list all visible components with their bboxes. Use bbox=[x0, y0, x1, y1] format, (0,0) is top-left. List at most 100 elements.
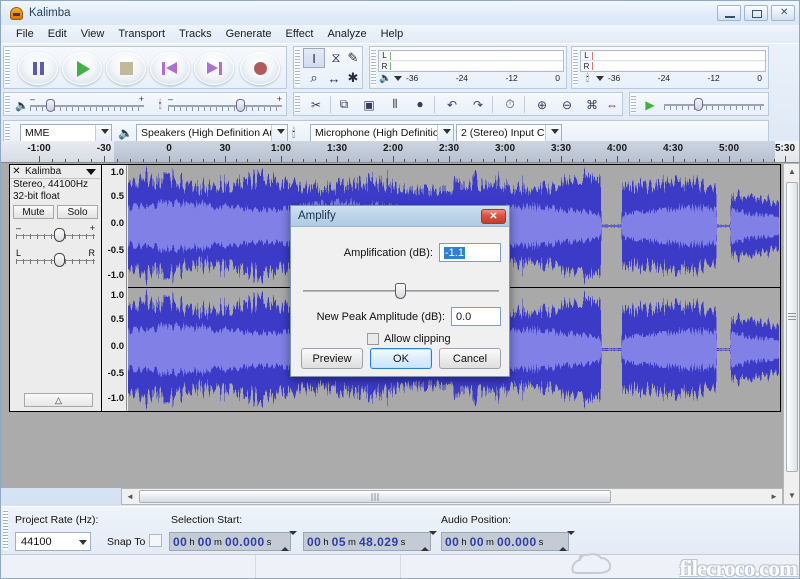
input-volume-thumb[interactable] bbox=[236, 99, 246, 112]
toolbar-grip[interactable] bbox=[371, 49, 376, 86]
recording-meter-toolbar[interactable]: L R 🔈 -36 -24 -12 0 bbox=[369, 46, 567, 89]
maximize-button[interactable] bbox=[744, 5, 768, 21]
amplification-slider[interactable] bbox=[303, 283, 499, 299]
playback-speed-slider[interactable] bbox=[664, 97, 764, 111]
menu-view[interactable]: View bbox=[74, 27, 112, 41]
chevron-down-icon[interactable] bbox=[86, 168, 96, 175]
toolbar-grip[interactable] bbox=[5, 123, 10, 141]
menu-tracks[interactable]: Tracks bbox=[172, 27, 219, 41]
cut-icon[interactable]: ✂ bbox=[304, 95, 328, 114]
selection-tool-icon[interactable]: I bbox=[303, 48, 325, 68]
input-device-select[interactable]: Microphone (High Definition Au bbox=[310, 124, 454, 142]
sync-lock-icon[interactable]: ⏱ bbox=[498, 95, 522, 114]
multi-tool-icon[interactable]: ✱ bbox=[342, 68, 364, 88]
ruler-tick-minor bbox=[78, 159, 79, 162]
menu-help[interactable]: Help bbox=[374, 27, 411, 41]
zoom-tool-icon[interactable]: ⌕ bbox=[303, 68, 325, 88]
amplification-slider-thumb[interactable] bbox=[395, 283, 406, 299]
chevron-down-icon[interactable] bbox=[596, 75, 604, 81]
pan-slider-thumb[interactable] bbox=[54, 253, 65, 267]
copy-icon[interactable]: ⧉ bbox=[332, 95, 356, 114]
horizontal-scroll-thumb[interactable] bbox=[139, 490, 611, 503]
scroll-left-icon[interactable]: ◄ bbox=[122, 492, 138, 501]
scroll-up-icon[interactable]: ▲ bbox=[784, 164, 799, 180]
menu-transport[interactable]: Transport bbox=[111, 27, 172, 41]
track-name[interactable]: Kalimba bbox=[23, 166, 86, 177]
stepper-arrows[interactable] bbox=[281, 531, 297, 551]
menu-generate[interactable]: Generate bbox=[219, 27, 279, 41]
mute-button[interactable]: Mute bbox=[13, 205, 54, 219]
undo-icon[interactable]: ↶ bbox=[440, 95, 464, 114]
paste-icon[interactable]: ▣ bbox=[357, 95, 381, 114]
output-volume-thumb[interactable] bbox=[45, 99, 55, 112]
stepper-arrows[interactable] bbox=[559, 531, 575, 551]
zoom-in-icon[interactable]: ⊕ bbox=[530, 95, 554, 114]
ok-button[interactable]: OK bbox=[370, 348, 432, 369]
menu-file[interactable]: File bbox=[9, 27, 41, 41]
toolbar-grip[interactable] bbox=[573, 49, 578, 86]
input-volume-slider[interactable]: – + bbox=[168, 94, 282, 112]
toolbar-grip[interactable] bbox=[5, 49, 10, 86]
gain-slider-thumb[interactable] bbox=[54, 228, 65, 242]
ruler-tick-minor bbox=[651, 159, 652, 162]
selection-start-label: Selection Start: bbox=[171, 514, 243, 526]
allow-clipping-checkbox[interactable] bbox=[367, 333, 379, 345]
toolbar-grip[interactable] bbox=[631, 95, 636, 113]
solo-button[interactable]: Solo bbox=[57, 205, 98, 219]
vertical-scrollbar[interactable]: ▲ ▼ bbox=[783, 163, 799, 505]
toolbar-grip[interactable] bbox=[5, 95, 10, 113]
new-peak-amplitude-label: New Peak Amplitude (dB): bbox=[316, 310, 445, 323]
skip-to-end-button[interactable] bbox=[194, 52, 234, 85]
output-volume-slider[interactable]: – + bbox=[30, 94, 144, 112]
menu-effect[interactable]: Effect bbox=[279, 27, 321, 41]
close-button[interactable]: ✕ bbox=[771, 5, 795, 21]
scroll-right-icon[interactable]: ► bbox=[766, 492, 782, 501]
output-device-select[interactable]: Speakers (High Definition Audi bbox=[136, 124, 288, 142]
cancel-button[interactable]: Cancel bbox=[439, 348, 501, 369]
playback-speed-thumb[interactable] bbox=[694, 98, 703, 111]
vertical-scroll-thumb[interactable] bbox=[786, 182, 798, 472]
skip-to-start-button[interactable] bbox=[150, 52, 190, 85]
dialog-close-button[interactable]: ✕ bbox=[481, 209, 506, 224]
track-pan-slider[interactable]: L R bbox=[16, 248, 95, 269]
ruler-tick-minor bbox=[91, 159, 92, 162]
stepper-arrows[interactable] bbox=[421, 531, 437, 551]
selection-start-time-field[interactable]: 00 h 00 m 00.000 s bbox=[169, 531, 297, 551]
new-peak-amplitude-input[interactable]: 0.0 bbox=[451, 307, 501, 326]
zoom-out-icon[interactable]: ⊖ bbox=[555, 95, 579, 114]
play-at-speed-icon[interactable]: ▶ bbox=[638, 95, 662, 114]
silence-audio-icon[interactable]: ⦁ bbox=[408, 95, 432, 114]
amplification-input[interactable]: -1.1 bbox=[439, 243, 501, 262]
horizontal-scrollbar[interactable]: ◄ ► bbox=[121, 488, 783, 505]
timeline-ruler[interactable]: -1:00 -30 0 30 1:00 1:30 2:00 2:30 3:00 3:30 4:00 4… bbox=[1, 141, 799, 163]
stop-button[interactable] bbox=[106, 52, 146, 85]
output-device-value: Speakers (High Definition Audi bbox=[141, 127, 284, 139]
snap-to-checkbox[interactable] bbox=[149, 534, 162, 547]
selection-end-time-field[interactable]: 00 h 05 m 48.029 s bbox=[303, 531, 437, 551]
record-button[interactable] bbox=[240, 52, 280, 85]
playback-meter-toolbar[interactable]: L R 🕯 -36 -24 -12 0 bbox=[571, 46, 769, 89]
audio-host-select[interactable]: MME bbox=[20, 124, 112, 142]
chevron-down-icon[interactable] bbox=[394, 75, 402, 81]
redo-icon[interactable]: ↷ bbox=[466, 95, 490, 114]
input-channels-select[interactable]: 2 (Stereo) Input C bbox=[456, 124, 562, 142]
menu-edit[interactable]: Edit bbox=[41, 27, 74, 41]
fit-project-icon[interactable]: ⇔ bbox=[600, 95, 624, 114]
toolbar-grip[interactable] bbox=[295, 49, 300, 86]
play-button[interactable] bbox=[62, 52, 102, 85]
project-rate-select[interactable]: 44100 bbox=[15, 532, 91, 551]
audio-position-time-field[interactable]: 00 h 00 m 00.000 s bbox=[441, 531, 575, 551]
close-track-icon[interactable]: ✕ bbox=[10, 166, 23, 177]
collapse-track-button[interactable]: △ bbox=[24, 393, 93, 407]
ruler-tick-minor bbox=[707, 159, 708, 162]
minimize-button[interactable] bbox=[717, 5, 741, 21]
draw-tool-icon[interactable]: ✎ bbox=[342, 48, 364, 68]
toolbar-grip[interactable] bbox=[3, 510, 8, 550]
menu-analyze[interactable]: Analyze bbox=[320, 27, 373, 41]
trim-audio-icon[interactable]: ⦀ bbox=[383, 95, 407, 114]
preview-button[interactable]: Preview bbox=[301, 348, 363, 369]
toolbar-grip[interactable] bbox=[295, 95, 300, 113]
track-gain-slider[interactable]: – + bbox=[16, 223, 95, 244]
pause-button[interactable] bbox=[18, 52, 58, 85]
scroll-down-icon[interactable]: ▼ bbox=[784, 488, 799, 504]
